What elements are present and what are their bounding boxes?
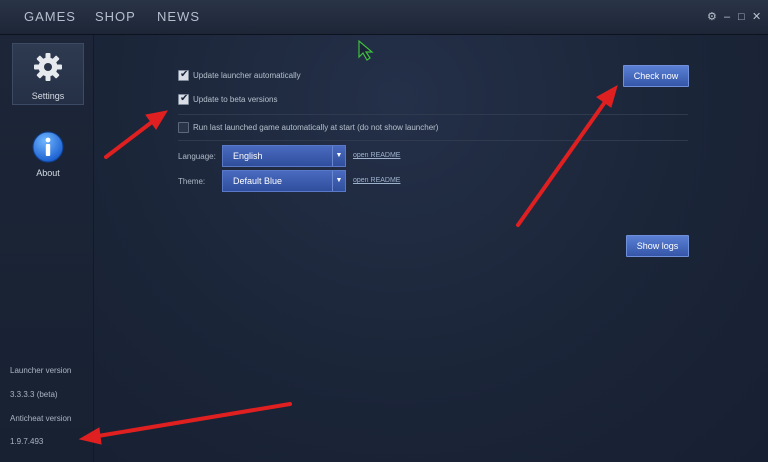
update-auto-label: Update launcher automatically	[193, 71, 301, 80]
chevron-down-icon: ▼	[332, 146, 345, 166]
close-icon[interactable]: ✕	[752, 10, 761, 24]
theme-label: Theme:	[178, 177, 206, 186]
open-readme-link[interactable]: open README	[353, 177, 400, 184]
launcher-version-label: Launcher version	[10, 366, 72, 375]
update-beta-checkbox[interactable]: ✔	[178, 93, 189, 105]
sidebar-item-label: About	[36, 168, 60, 178]
open-readme-link[interactable]: open README	[353, 152, 400, 159]
checkmark-icon: ✔	[180, 93, 189, 104]
info-icon	[32, 131, 64, 163]
gear-icon	[34, 53, 62, 81]
sidebar-item-settings[interactable]: Settings	[12, 43, 84, 105]
anticheat-version-value: 1.9.7.493	[10, 437, 44, 446]
chevron-down-icon: ▼	[332, 171, 345, 191]
update-auto-checkbox[interactable]: ✔	[178, 69, 189, 81]
nav-games[interactable]: GAMES	[24, 0, 76, 34]
divider	[178, 140, 688, 141]
show-logs-button[interactable]: Show logs	[626, 235, 689, 257]
anticheat-version-label: Anticheat version	[10, 414, 72, 423]
run-last-label: Run last launched game automatically at …	[193, 123, 439, 132]
run-last-checkbox[interactable]	[178, 122, 189, 133]
language-value: English	[233, 151, 263, 161]
theme-select[interactable]: Default Blue ▼	[222, 170, 346, 192]
language-label: Language:	[178, 152, 216, 161]
divider	[178, 114, 688, 115]
maximize-icon[interactable]: □	[738, 10, 745, 24]
minimize-icon[interactable]: –	[724, 10, 730, 24]
theme-value: Default Blue	[233, 176, 283, 186]
check-now-button[interactable]: Check now	[623, 65, 689, 87]
sidebar-item-label: Settings	[31, 91, 65, 101]
language-select[interactable]: English ▼	[222, 145, 346, 167]
gear-icon[interactable]: ⚙	[707, 10, 717, 24]
checkmark-icon: ✔	[180, 69, 189, 80]
nav-news[interactable]: NEWS	[157, 0, 200, 34]
update-beta-label: Update to beta versions	[193, 95, 278, 104]
sidebar-item-about[interactable]: About	[12, 129, 84, 191]
top-navigation-bar: GAMES SHOP NEWS ⚙ – □ ✕	[0, 0, 768, 35]
launcher-version-value: 3.3.3.3 (beta)	[10, 390, 58, 399]
nav-shop[interactable]: SHOP	[95, 0, 136, 34]
sidebar: Settings About Launcher version 3.3.3.3 …	[0, 35, 94, 462]
settings-panel: ✔ Update launcher automatically ✔ Update…	[94, 35, 768, 462]
